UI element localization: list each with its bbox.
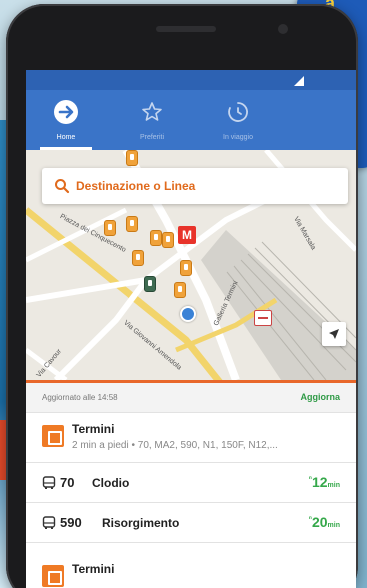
bus-icon [42, 516, 56, 529]
line-row[interactable]: 70 Clodio ⁿ12min [26, 463, 356, 503]
phone-camera [278, 24, 288, 34]
map-view[interactable]: Piazza dei Cinquecento Via Giovanni Amen… [26, 150, 356, 380]
app-bar: Home Preferiti In viaggio [26, 90, 356, 150]
bus-stop-pin[interactable] [132, 250, 144, 266]
tab-label: Home [56, 134, 76, 141]
bus-stop-pin[interactable] [162, 232, 174, 248]
line-destination: Clodio [92, 476, 130, 490]
search-input[interactable]: Destinazione o Linea [76, 179, 195, 193]
app-screen: Home Preferiti In viaggio Piazza dei Cin… [26, 70, 356, 588]
phone-speaker [156, 26, 216, 32]
arrival-time: ⁿ12min [309, 474, 340, 490]
tab-preferiti[interactable]: Preferiti [112, 90, 192, 150]
tab-label: In viaggio [223, 134, 253, 141]
tab-label: Preferiti [139, 134, 165, 141]
tab-home[interactable]: Home [26, 90, 106, 150]
update-bar: Aggiornato alle 14:58 Aggiorna [26, 383, 356, 413]
line-row[interactable]: 590 Risorgimento ⁿ20min [26, 503, 356, 543]
tram-stop-pin[interactable] [144, 276, 156, 292]
bus-stop-icon [42, 425, 64, 447]
bus-stop-pin[interactable] [104, 220, 116, 236]
tab-in-viaggio[interactable]: In viaggio [198, 90, 278, 150]
arrival-unit: min [327, 482, 340, 489]
current-location-dot [180, 306, 196, 322]
arrival-unit: min [327, 522, 340, 529]
bus-stop-pin[interactable] [126, 150, 138, 166]
bus-stop-pin[interactable] [180, 260, 192, 276]
line-destination: Risorgimento [102, 516, 180, 530]
metro-station-icon[interactable]: M [178, 226, 196, 244]
refresh-button[interactable]: Aggiorna [301, 392, 341, 402]
signal-icon [294, 76, 304, 86]
bus-stop-pin[interactable] [150, 230, 162, 246]
stop-row[interactable]: Termini 2 min a piedi • 70, MA2, 590, N1… [26, 413, 356, 463]
bus-stop-icon [42, 565, 64, 587]
train-station-icon[interactable] [254, 310, 272, 326]
navigation-arrow-icon [329, 329, 339, 339]
locate-me-button[interactable] [322, 322, 346, 346]
line-number: 70 [60, 475, 75, 490]
search-bar[interactable]: Destinazione o Linea [42, 168, 348, 204]
arrow-circle-icon [54, 100, 78, 124]
search-icon [55, 179, 70, 194]
arrival-minutes: 12 [311, 474, 328, 490]
last-updated-text: Aggiornato alle 14:58 [42, 393, 118, 402]
phone-frame: Home Preferiti In viaggio Piazza dei Cin… [6, 4, 358, 588]
star-icon [142, 102, 162, 121]
bus-icon [42, 476, 56, 489]
stop-name: Termini [72, 422, 115, 436]
line-number: 590 [60, 515, 82, 530]
bus-stop-pin[interactable] [126, 216, 138, 232]
stop-detail: 2 min a piedi • 70, MA2, 590, N1, 150F, … [72, 440, 278, 451]
timer-icon [228, 102, 248, 122]
stop-row[interactable]: Termini [26, 553, 356, 588]
stop-name: Termini [72, 562, 115, 576]
arrival-time: ⁿ20min [309, 514, 340, 530]
bus-stop-pin[interactable] [174, 282, 186, 298]
status-bar [26, 70, 356, 90]
arrival-minutes: 20 [311, 514, 328, 530]
